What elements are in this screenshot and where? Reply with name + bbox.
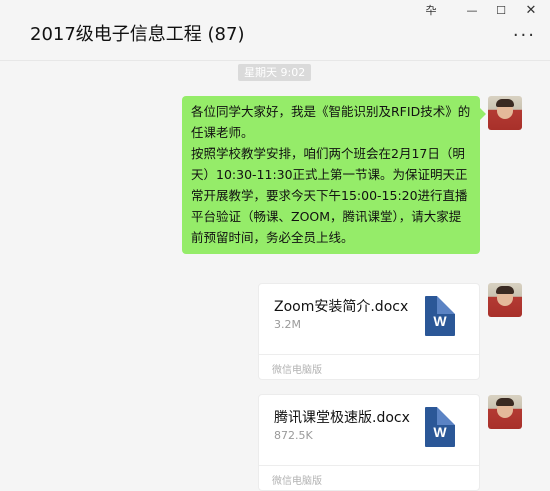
word-letter: W xyxy=(433,424,447,440)
avatar-hair xyxy=(496,99,514,107)
doc-fold xyxy=(437,407,455,425)
file-source: 微信电脑版 xyxy=(272,365,322,376)
message-timestamp: 星期天 9:02 xyxy=(238,64,312,81)
word-doc-icon: W xyxy=(425,296,455,336)
doc-fold xyxy=(437,296,455,314)
file-source: 微信电脑版 xyxy=(272,476,322,487)
file-message-card[interactable]: 腾讯课堂极速版.docx 872.5K W 微信电脑版 xyxy=(258,394,480,491)
avatar[interactable] xyxy=(488,96,522,130)
avatar-hair xyxy=(496,398,514,406)
avatar-hair xyxy=(496,286,514,294)
card-divider xyxy=(259,354,479,355)
word-doc-icon: W xyxy=(425,407,455,447)
file-size: 3.2M xyxy=(274,318,301,331)
file-name: Zoom安装简介.docx xyxy=(274,299,409,315)
file-name: 腾讯课堂极速版.docx xyxy=(274,410,410,426)
message-line: 各位同学大家好，我是《智能识别及RFID技术》的任课老师。 xyxy=(191,104,471,140)
message-bubble[interactable]: 各位同学大家好，我是《智能识别及RFID技术》的任课老师。 按照学校教学安排，咱… xyxy=(182,96,486,254)
bubble-tail xyxy=(480,108,486,120)
file-message-card[interactable]: Zoom安装简介.docx 3.2M W 微信电脑版 xyxy=(258,283,480,380)
title-bar: 2017级电子信息工程 (87) 卆 — ☐ ✕ ... xyxy=(0,0,550,61)
close-icon[interactable]: ✕ xyxy=(520,2,542,20)
card-divider xyxy=(259,465,479,466)
avatar[interactable] xyxy=(488,395,522,429)
file-size: 872.5K xyxy=(274,429,313,442)
message-line: 按照学校教学安排，咱们两个班会在2月17日（明天）10:30-11:30正式上第… xyxy=(191,146,468,245)
word-letter: W xyxy=(433,313,447,329)
maximize-icon[interactable]: ☐ xyxy=(490,2,512,20)
minimize-icon[interactable]: — xyxy=(461,2,483,20)
chat-title: 2017级电子信息工程 (87) xyxy=(30,24,245,45)
pin-icon[interactable]: 卆 xyxy=(420,2,442,20)
more-icon[interactable]: ... xyxy=(513,22,536,40)
avatar[interactable] xyxy=(488,283,522,317)
